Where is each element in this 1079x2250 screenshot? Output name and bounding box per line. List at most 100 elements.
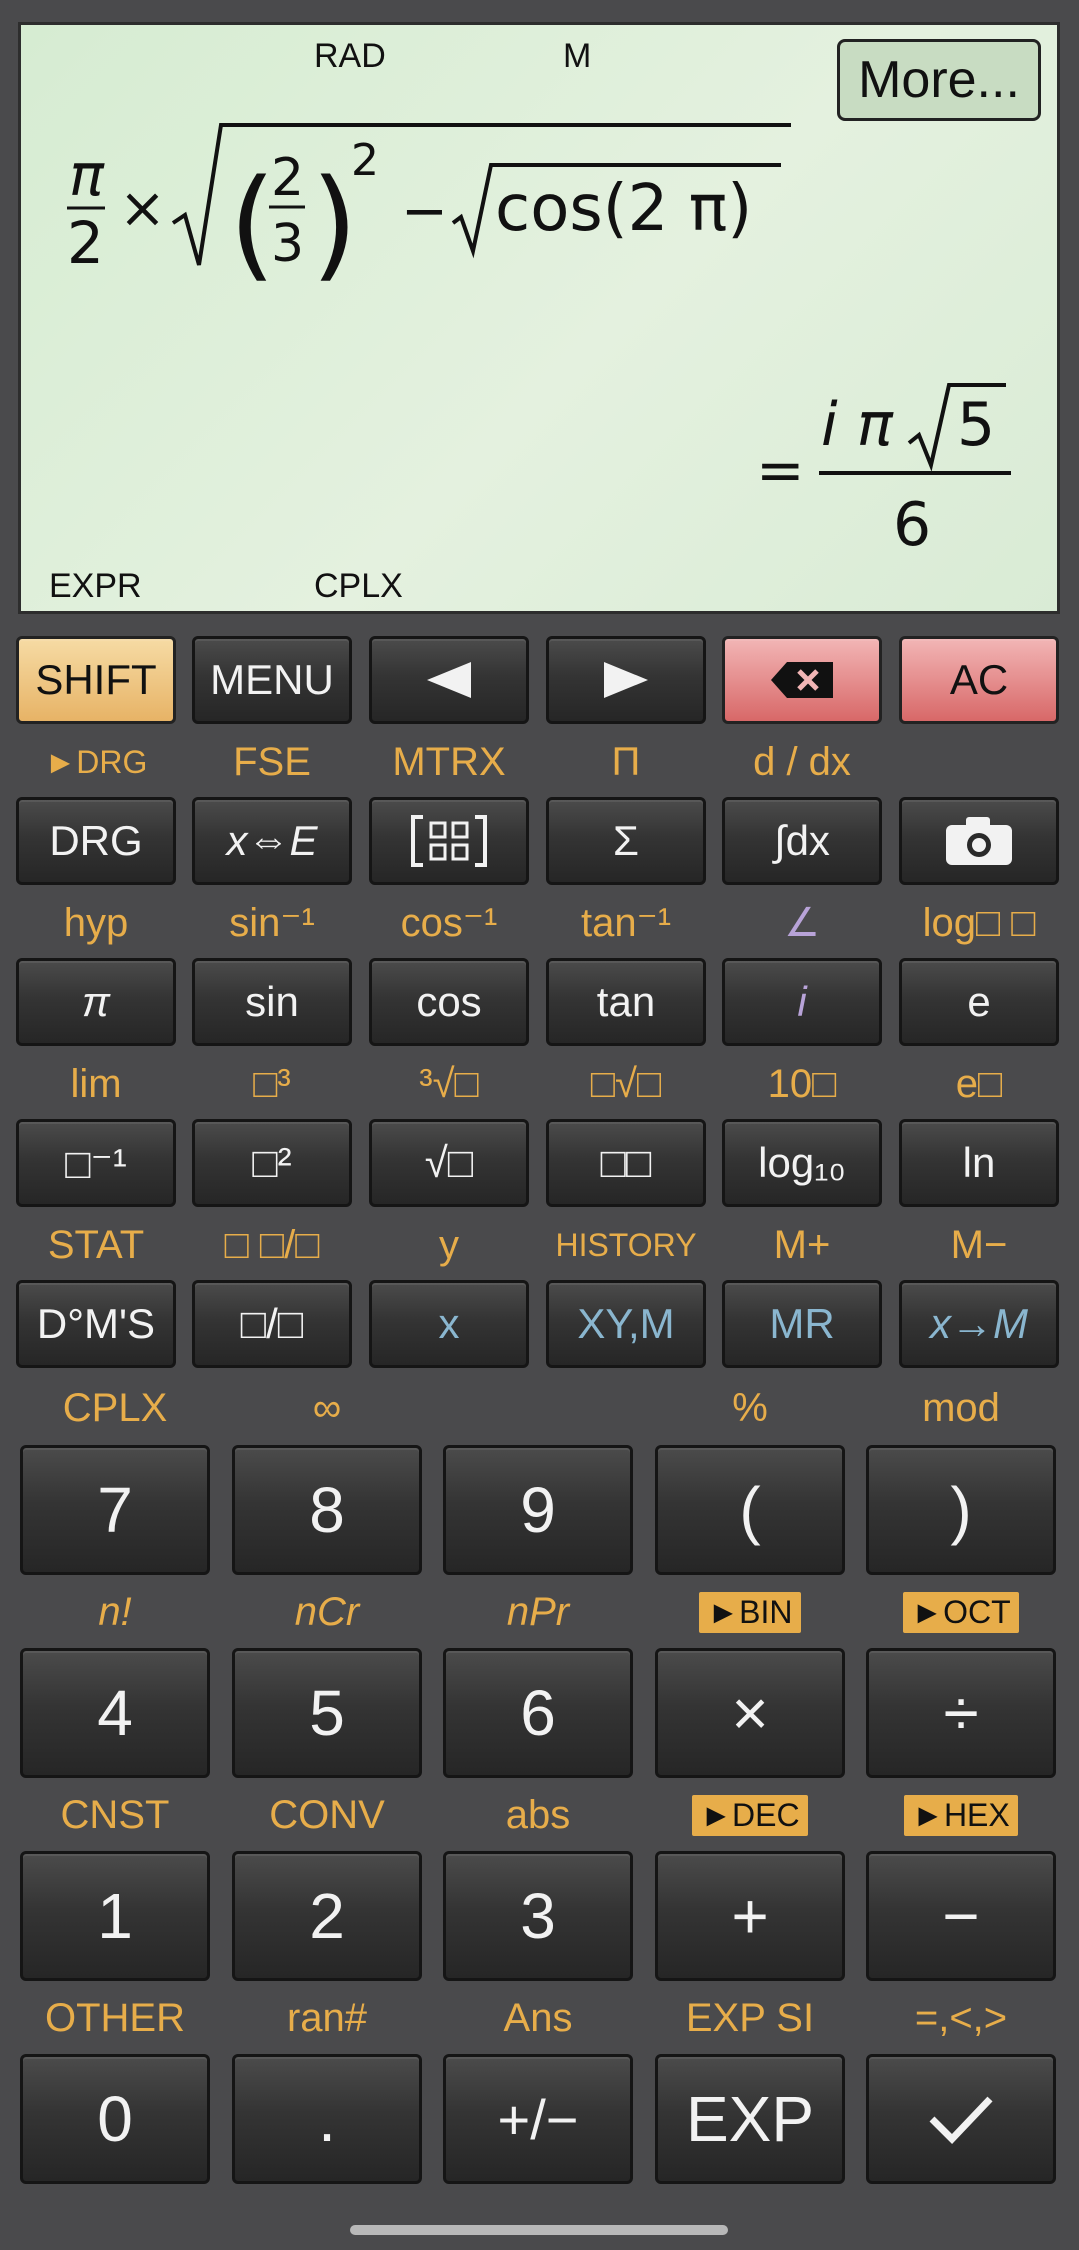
label-m-minus: M−	[950, 1222, 1008, 1267]
square-button[interactable]: □²	[192, 1119, 352, 1207]
label-mod: mod	[922, 1385, 1000, 1430]
label-comparison: =,<,>	[914, 1995, 1008, 2040]
label-ncr: nCr	[294, 1589, 360, 1634]
home-indicator[interactable]	[350, 2225, 728, 2235]
calculator-display: RAD M EXPR CPLX More... π 2 × ( 2 3 ) 2 …	[18, 22, 1060, 614]
memory-recall-button[interactable]: MR	[722, 1280, 882, 1368]
digit-8-button[interactable]: 8	[232, 1445, 422, 1575]
label-infinity: ∞	[312, 1385, 342, 1430]
expr-minus: −	[401, 179, 448, 244]
decimal-point-button[interactable]: .	[232, 2054, 422, 2184]
reciprocal-button[interactable]: □⁻¹	[16, 1119, 176, 1207]
label-cplx: CPLX	[62, 1385, 168, 1430]
backspace-icon	[771, 662, 833, 698]
expression-area: π 2 × ( 2 3 ) 2 − cos(2 π) = i π 5 6	[67, 123, 1011, 560]
sum-button[interactable]: Σ	[546, 797, 706, 885]
matrix-button[interactable]	[369, 797, 529, 885]
label-asin: sin⁻¹	[229, 901, 315, 945]
label-to-drg: ►DRG	[44, 743, 148, 780]
label-angle: ∠	[784, 901, 820, 945]
label-e-power: e□	[955, 1061, 1003, 1106]
label-exp-si: EXP SI	[685, 1995, 815, 2040]
drg-button[interactable]: DRG	[16, 797, 176, 885]
digit-2-button[interactable]: 2	[232, 1851, 422, 1981]
tan-button[interactable]: tan	[546, 958, 706, 1046]
matrix-icon	[411, 815, 487, 867]
right-arrow-icon	[604, 662, 648, 698]
fraction-button[interactable]: □/□	[192, 1280, 352, 1368]
x-variable-button[interactable]: x	[369, 1280, 529, 1368]
sin-button[interactable]: sin	[192, 958, 352, 1046]
result-numerator: i π	[821, 390, 894, 460]
label-to-hex: ►HEX	[866, 1787, 1056, 1843]
checkmark-icon	[929, 2096, 993, 2145]
xy-m-button[interactable]: XY,M	[546, 1280, 706, 1368]
cursor-left-button[interactable]	[369, 636, 529, 724]
label-mtrx: MTRX	[392, 739, 506, 784]
euler-e-button[interactable]: e	[899, 958, 1059, 1046]
pi-button[interactable]: π	[16, 958, 176, 1046]
digit-5-button[interactable]: 5	[232, 1648, 422, 1778]
digit-9-button[interactable]: 9	[443, 1445, 633, 1575]
integral-button[interactable]: ∫dx	[722, 797, 882, 885]
label-cube: □³	[253, 1061, 291, 1106]
camera-button[interactable]	[899, 797, 1059, 885]
label-ten-power: 10□	[767, 1061, 837, 1106]
expr-cos: cos(2 π)	[495, 172, 752, 246]
label-y: y	[439, 1222, 459, 1267]
expr-exponent: 2	[351, 135, 379, 186]
result-denominator: 6	[893, 490, 931, 560]
divide-button[interactable]: ÷	[866, 1648, 1056, 1778]
label-random: ran#	[286, 1995, 368, 2040]
exp-button[interactable]: EXP	[655, 2054, 845, 2184]
cos-button[interactable]: cos	[369, 958, 529, 1046]
ln-button[interactable]: ln	[899, 1119, 1059, 1207]
menu-button[interactable]: MENU	[192, 636, 352, 724]
label-abs: abs	[505, 1792, 571, 1837]
imaginary-i-button[interactable]: i	[722, 958, 882, 1046]
label-product: Π	[611, 739, 641, 784]
power-button[interactable]: □□	[546, 1119, 706, 1207]
label-cube-root: ³√□	[419, 1061, 479, 1106]
result-equals: =	[756, 436, 805, 504]
multiply-button[interactable]: ×	[655, 1648, 845, 1778]
digit-4-button[interactable]: 4	[20, 1648, 210, 1778]
digit-0-button[interactable]: 0	[20, 2054, 210, 2184]
label-m-plus: M+	[773, 1222, 831, 1267]
label-derivative: d / dx	[753, 739, 851, 784]
cursor-right-button[interactable]	[546, 636, 706, 724]
expr-times: ×	[119, 176, 166, 241]
label-history: HISTORY	[555, 1226, 697, 1263]
all-clear-button[interactable]: AC	[899, 636, 1059, 724]
open-paren-button[interactable]: (	[655, 1445, 845, 1575]
expr-two: 2	[67, 209, 104, 277]
label-conv: CONV	[269, 1792, 385, 1837]
camera-icon	[946, 817, 1012, 865]
negate-button[interactable]: +/−	[443, 2054, 633, 2184]
label-ans: Ans	[503, 1995, 573, 2040]
sqrt-button[interactable]: √□	[369, 1119, 529, 1207]
expr-left-paren: (	[229, 155, 276, 294]
digit-7-button[interactable]: 7	[20, 1445, 210, 1575]
digit-1-button[interactable]: 1	[20, 1851, 210, 1981]
shift-button[interactable]: SHIFT	[16, 636, 176, 724]
left-arrow-icon	[427, 662, 471, 698]
label-nth-root: □√□	[590, 1061, 662, 1106]
plus-button[interactable]: +	[655, 1851, 845, 1981]
execute-button[interactable]	[866, 2054, 1056, 2184]
digit-3-button[interactable]: 3	[443, 1851, 633, 1981]
label-atan: tan⁻¹	[580, 901, 672, 945]
close-paren-button[interactable]: )	[866, 1445, 1056, 1575]
digit-6-button[interactable]: 6	[443, 1648, 633, 1778]
label-mixed-fraction: □ □/□	[224, 1222, 320, 1267]
x-e-swap-button[interactable]: x⇔E	[192, 797, 352, 885]
backspace-button[interactable]	[722, 636, 882, 724]
label-log-base: log□ □	[922, 900, 1036, 945]
label-factorial: n!	[98, 1589, 132, 1634]
label-npr: nPr	[506, 1589, 570, 1634]
dms-button[interactable]: D°M'S	[16, 1280, 176, 1368]
store-memory-button[interactable]: x→M	[899, 1280, 1059, 1368]
minus-button[interactable]: −	[866, 1851, 1056, 1981]
label-cnst: CNST	[60, 1792, 170, 1837]
log10-button[interactable]: log₁₀	[722, 1119, 882, 1207]
